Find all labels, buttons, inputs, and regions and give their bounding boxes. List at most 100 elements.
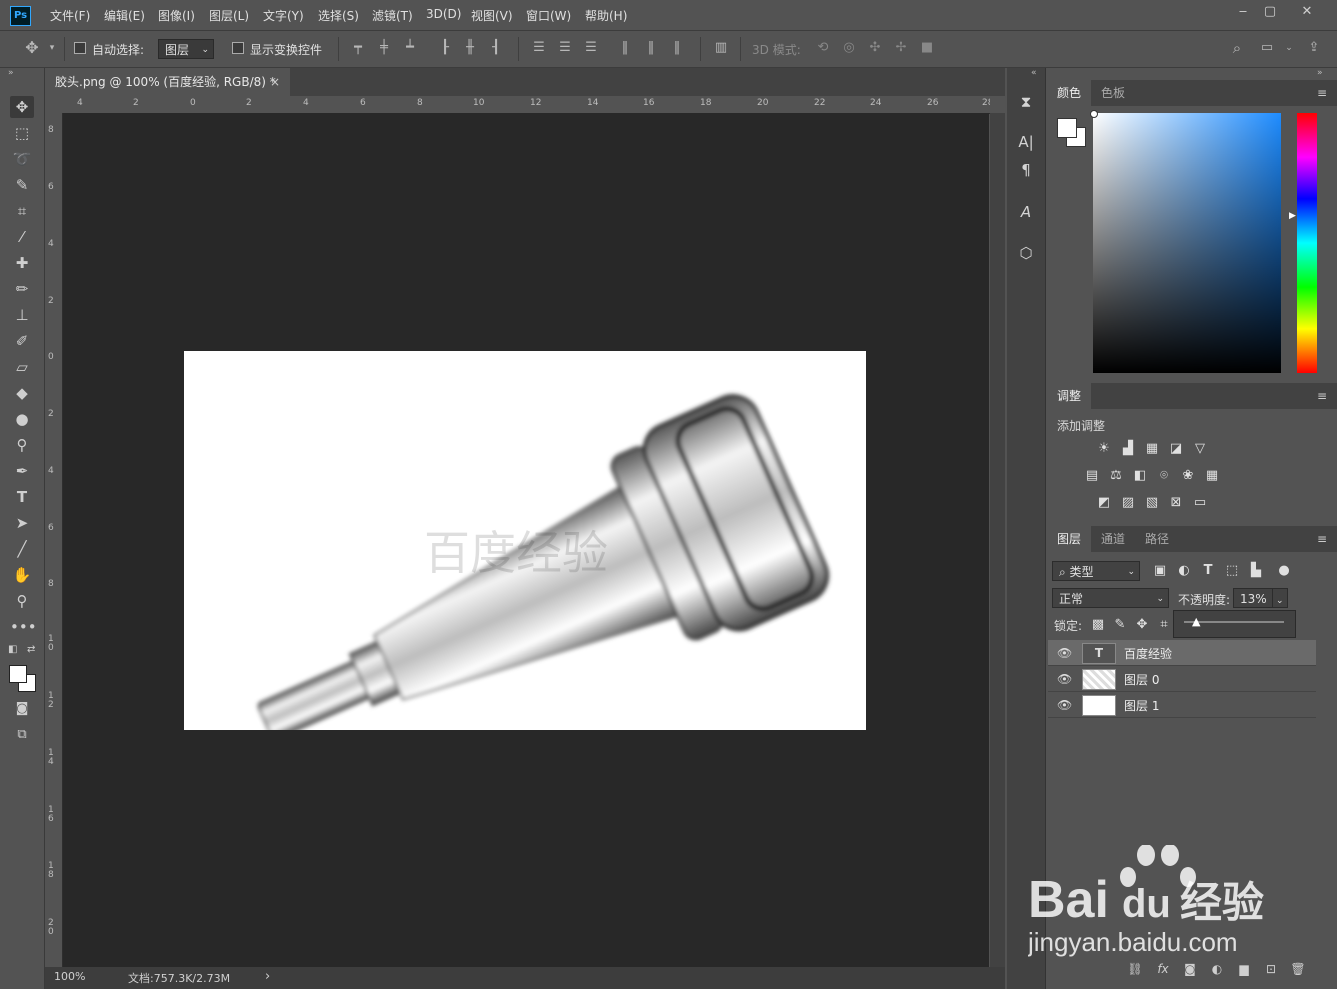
posterize-icon[interactable]: ▨ [1120,496,1136,510]
hue-saturation-icon[interactable]: ▤ [1084,469,1100,483]
filter-pixel-icon[interactable]: ▣ [1152,564,1168,578]
chevron-down-icon[interactable]: ▾ [44,40,60,56]
filter-smart-object-icon[interactable]: ▙ [1248,564,1264,578]
menu-filter[interactable]: 滤镜(T) [372,7,413,24]
3d-panel-icon[interactable]: ⬡ [1016,243,1036,263]
filter-adjustment-icon[interactable]: ◐ [1176,564,1192,578]
exposure-icon[interactable]: ◪ [1168,442,1184,456]
align-right-icon[interactable]: ┨ [488,40,504,56]
panel-menu-icon[interactable]: ≡ [1317,86,1327,100]
lock-transparent-icon[interactable]: ▩ [1090,618,1106,632]
opacity-input[interactable]: 13% [1233,588,1273,608]
color-field-cursor[interactable] [1090,110,1098,118]
blend-mode-dropdown[interactable]: 正常 ⌄ [1052,588,1169,608]
layer-row[interactable]: 👁 图层 1 [1048,692,1316,718]
align-bottom-icon[interactable]: ┷ [402,40,418,56]
menu-view[interactable]: 视图(V) [471,7,513,24]
path-selection-tool-icon[interactable]: ➤ [10,512,34,534]
menu-type[interactable]: 文字(Y) [263,7,304,24]
channel-mixer-icon[interactable]: ❀ [1180,469,1196,483]
distribute-top-icon[interactable]: ☰ [531,40,547,56]
restore-button[interactable]: ▢ [1255,2,1285,22]
filter-toggle-icon[interactable]: ● [1276,564,1292,578]
crop-tool-icon[interactable]: ⌗ [10,200,34,222]
3d-orbit-icon[interactable]: ⟲ [815,40,831,56]
align-top-icon[interactable]: ┯ [350,40,366,56]
eye-icon[interactable]: 👁 [1057,646,1072,660]
3d-camera-icon[interactable]: ■ [919,40,935,56]
menu-window[interactable]: 窗口(W) [526,7,571,24]
threshold-icon[interactable]: ▧ [1144,496,1160,510]
layer-name[interactable]: 图层 0 [1124,671,1159,688]
auto-select-dropdown[interactable]: 图层 ⌄ [158,39,214,59]
eye-icon[interactable]: 👁 [1057,698,1072,712]
screen-mode-icon[interactable]: ⧉ [10,724,34,746]
hue-marker-icon[interactable]: ▶ [1289,211,1296,221]
curves-icon[interactable]: ▦ [1144,442,1160,456]
default-colors-icon[interactable]: ◧ [8,644,17,655]
tab-paths[interactable]: 路径 [1135,526,1179,552]
3d-pan-icon[interactable]: ✣ [867,40,883,56]
black-white-icon[interactable]: ◧ [1132,469,1148,483]
tab-layers[interactable]: 图层 [1047,526,1092,552]
filter-type-icon[interactable]: T [1200,564,1216,578]
menu-layer[interactable]: 图层(L) [209,7,249,24]
distribute-right-icon[interactable]: ‖ [669,40,685,56]
vibrance-icon[interactable]: ▽ [1192,442,1208,456]
align-vcenter-icon[interactable]: ╪ [376,40,392,56]
collapse-icon[interactable]: » [1317,68,1323,78]
align-hcenter-icon[interactable]: ╫ [462,40,478,56]
3d-slide-icon[interactable]: ✢ [893,40,909,56]
paint-bucket-tool-icon[interactable]: ◆ [10,382,34,404]
lock-position-icon[interactable]: ✥ [1134,618,1150,632]
close-window-button[interactable]: ✕ [1292,2,1322,22]
move-tool-icon[interactable]: ✥ [10,96,34,118]
brightness-contrast-icon[interactable]: ☀ [1096,442,1112,456]
align-left-icon[interactable]: ┠ [437,40,453,56]
menu-help[interactable]: 帮助(H) [585,7,627,24]
dodge-tool-icon[interactable]: ⚲ [10,434,34,456]
opacity-slider-thumb[interactable]: ▲ [1192,615,1200,628]
auto-select-checkbox[interactable] [74,42,86,54]
minimize-button[interactable]: ‒ [1228,2,1258,22]
invert-icon[interactable]: ◩ [1096,496,1112,510]
more-tools-icon[interactable]: ••• [10,616,37,638]
close-tab-icon[interactable]: × [270,68,280,96]
eye-icon[interactable]: 👁 [1057,672,1072,686]
move-tool-icon[interactable]: ✥ [24,40,40,56]
photo-filter-icon[interactable]: ⌾ [1156,469,1172,483]
foreground-color-swatch[interactable] [9,665,27,683]
collapse-icon[interactable]: » [8,68,14,78]
levels-icon[interactable]: ▟ [1120,442,1136,456]
eraser-tool-icon[interactable]: ▱ [10,356,34,378]
menu-edit[interactable]: 编辑(E) [104,7,145,24]
marquee-tool-icon[interactable]: ⬚ [10,122,34,144]
tab-adjustments[interactable]: 调整 [1047,383,1092,409]
menu-image[interactable]: 图像(I) [158,7,195,24]
eyedropper-tool-icon[interactable]: ⁄ [10,226,34,248]
auto-align-icon[interactable]: ▥ [713,40,729,56]
layer-name[interactable]: 百度经验 [1124,645,1172,662]
selective-color-icon[interactable]: ⊠ [1168,496,1184,510]
type-tool-icon[interactable]: T [10,486,34,508]
distribute-vcenter-icon[interactable]: ☰ [557,40,573,56]
quick-select-tool-icon[interactable]: ✎ [10,174,34,196]
color-field[interactable] [1090,110,1281,373]
panel-menu-icon[interactable]: ≡ [1317,532,1327,546]
brush-tool-icon[interactable]: ✏ [10,278,34,300]
quick-mask-icon[interactable]: ◙ [10,698,34,720]
document-tab[interactable]: 胶头.png @ 100% (百度经验, RGB/8) * × [45,68,290,96]
lock-artboard-icon[interactable]: ⌗ [1156,618,1172,632]
collapse-icon[interactable]: « [1031,68,1037,78]
layer-row[interactable]: 👁 T 百度经验 [1048,640,1316,666]
distribute-hcenter-icon[interactable]: ‖ [643,40,659,56]
3d-roll-icon[interactable]: ◎ [841,40,857,56]
lasso-tool-icon[interactable]: ➰ [10,148,34,170]
color-foreground-swatch[interactable] [1057,118,1077,138]
tab-channels[interactable]: 通道 [1091,526,1135,552]
workspace-icon[interactable]: ▭ [1259,40,1275,56]
distribute-left-icon[interactable]: ‖ [617,40,633,56]
clone-stamp-tool-icon[interactable]: ⊥ [10,304,34,326]
zoom-tool-icon[interactable]: ⚲ [10,590,34,612]
tab-swatches[interactable]: 色板 [1091,80,1135,106]
